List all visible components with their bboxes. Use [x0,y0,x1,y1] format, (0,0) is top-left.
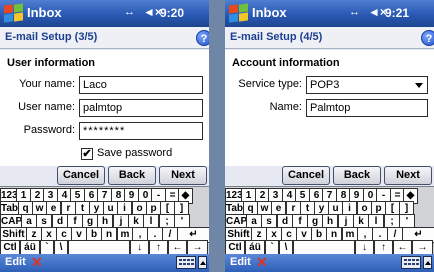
password-input[interactable]: ******** [79,122,203,140]
help-icon[interactable]: ? [196,30,209,46]
title-bar: Inbox ↔ ◄× 9:20 [0,0,209,27]
keyboard-icon[interactable] [176,256,196,269]
close-icon[interactable]: ✕ [256,254,268,271]
chevron-down-icon [415,83,423,88]
form-content: User information Your name: Laco User na… [0,50,209,166]
menu-bar: Edit ✕ [0,254,209,272]
back-button[interactable]: Back [333,166,381,185]
screen-email-setup-step3: Inbox ↔ ◄× 9:20 E-mail Setup (3/5) ? Use… [0,0,209,272]
cancel-button[interactable]: Cancel [282,166,330,185]
section-title: Account information [232,57,340,69]
your-name-label: Your name: [19,78,75,90]
soft-keyboard: 123 1 2 3 4 5 6 7 8 9 0- = ◆ Tab q w e r t y u i o p[] CAP a s d f g h… [0,186,209,256]
service-type-select[interactable]: POP3 [306,76,428,94]
app-title: Inbox [252,5,287,20]
wizard-header: E-mail Setup (4/5) ? [225,27,434,49]
connectivity-icon[interactable]: ↔ [349,6,360,18]
soft-keyboard: 123 1 2 3 4 5 6 7 8 9 0- = ◆ Tab q w e r t y u i o p[] CAP a s d f g h… [225,186,434,256]
keyboard-icon[interactable] [401,256,421,269]
next-button[interactable]: Next [159,166,207,185]
clock[interactable]: 9:21 [385,6,409,20]
password-label: Password: [23,124,75,136]
screen-email-setup-step4: Inbox ↔ ◄× 9:21 E-mail Setup (4/5) ? Acc… [225,0,434,272]
user-name-input[interactable]: palmtop [79,99,203,117]
back-button[interactable]: Back [108,166,156,185]
sip-up-arrow-icon[interactable] [198,256,207,269]
close-icon[interactable]: ✕ [31,254,43,271]
wizard-header: E-mail Setup (3/5) ? [0,27,209,49]
help-icon[interactable]: ? [421,30,434,46]
windows-flag-icon[interactable] [228,3,249,24]
name-input[interactable]: Palmtop [306,99,428,117]
edit-menu[interactable]: Edit [230,256,251,268]
sip-up-arrow-icon[interactable] [423,256,432,269]
edit-menu[interactable]: Edit [5,256,26,268]
title-bar: Inbox ↔ ◄× 9:21 [225,0,434,27]
save-password-label: Save password [97,147,173,159]
windows-flag-icon[interactable] [3,3,24,24]
connectivity-icon[interactable]: ↔ [124,6,135,18]
next-button[interactable]: Next [384,166,432,185]
user-name-label: User name: [18,101,75,113]
clock[interactable]: 9:20 [160,6,184,20]
app-title: Inbox [27,5,62,20]
wizard-step-title: E-mail Setup (4/5) [230,31,323,43]
cancel-button[interactable]: Cancel [57,166,105,185]
menu-bar: Edit ✕ [225,254,434,272]
service-type-value: POP3 [310,79,340,91]
section-title: User information [7,57,96,69]
your-name-input[interactable]: Laco [79,76,203,94]
save-password-checkbox[interactable]: ✔ [81,148,93,160]
service-type-label: Service type: [238,78,302,90]
form-content: Account information Service type: POP3 N… [225,50,434,166]
wizard-step-title: E-mail Setup (3/5) [5,31,98,43]
name-label: Name: [269,101,302,113]
